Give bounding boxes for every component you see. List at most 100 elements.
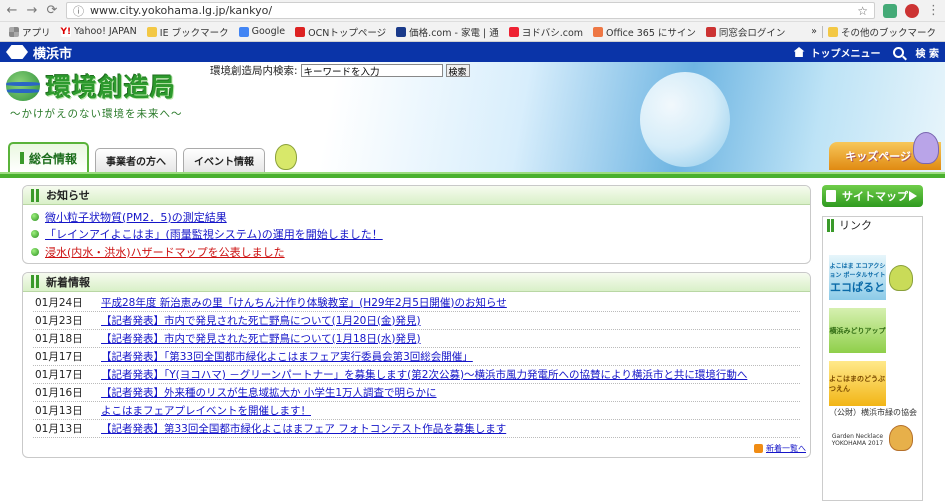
mascot-character <box>889 265 913 291</box>
site-search: 環境創造局内検索: 検索 <box>210 63 470 78</box>
bookmark-kakaku[interactable]: 価格.com - 家電 | 通 <box>391 24 504 40</box>
kids-page-button[interactable]: キッズページ <box>829 132 941 170</box>
bookmark-ocn[interactable]: OCNトップページ <box>290 24 391 40</box>
page-header: 環境創造局 ～かけがえのない環境を未来へ～ 環境創造局内検索: 検索 総合情報 … <box>0 62 945 172</box>
table-row: 01月18日 【記者発表】市内で発見された死亡野鳥について(1月18日(水)発見) <box>33 330 800 348</box>
news-date: 01月18日 <box>35 332 83 345</box>
extension-icon-2[interactable] <box>905 3 919 18</box>
header-divider <box>0 172 945 178</box>
news-link[interactable]: 平成28年度 新治恵みの里「けんちん汁作り体験教室」(H29年2月5日開催)のお… <box>101 295 507 310</box>
news-link[interactable]: 【記者発表】「第33回全国都市緑化よこはまフェア実行委員会第3回総会開催」 <box>101 349 473 364</box>
news-link[interactable]: よこはまフェアプレイベントを開催します！ <box>101 403 311 418</box>
bureau-logo[interactable]: 環境創造局 <box>6 68 176 104</box>
table-row: 01月23日 【記者発表】市内で発見された死亡野鳥について(1月20日(金)発見) <box>33 312 800 330</box>
yokohama-emblem-icon <box>6 45 28 59</box>
water-drop-graphic <box>640 72 730 167</box>
notice-link[interactable]: 浸水(内水・洪水)ハザードマップを公表しました <box>45 244 285 260</box>
notice-link[interactable]: 「レインアイよこはま」(雨量監視システム)の運用を開始しました！ <box>45 226 383 242</box>
links-title: リンク <box>823 217 922 233</box>
bookmark-google[interactable]: Google <box>234 24 291 40</box>
news-date: 01月17日 <box>35 368 83 381</box>
news-date: 01月16日 <box>35 386 83 399</box>
extension-icon[interactable] <box>883 3 897 18</box>
bullet-icon <box>31 230 39 239</box>
news-link[interactable]: 【記者発表】「Y(ヨコハマ) －グリーンパートナー」を募集します(第2次公募)～… <box>101 367 747 382</box>
bookmark-yahoo[interactable]: Y! Yahoo! JAPAN <box>56 24 142 40</box>
ocn-icon <box>295 26 306 37</box>
info-icon[interactable]: ⓘ <box>73 3 84 19</box>
kakaku-icon <box>396 26 407 37</box>
tab-business[interactable]: 事業者の方へ <box>95 148 178 172</box>
browser-toolbar: ← → ⟳ ⓘ www.city.yokohama.lg.jp/kankyo/ … <box>0 0 945 22</box>
folder-icon <box>146 26 157 37</box>
list-item: 浸水(内水・洪水)ハザードマップを公表しました <box>31 243 802 261</box>
tab-events[interactable]: イベント情報 <box>183 148 266 172</box>
news-title: 新着情報 <box>23 272 810 292</box>
zoo-banner[interactable]: よこはまのどうぶつえん <box>829 361 886 406</box>
back-icon[interactable]: ← <box>6 3 18 18</box>
google-icon <box>238 26 249 37</box>
menu-icon[interactable]: ⋮ <box>927 3 940 18</box>
search-link[interactable]: 検 索 <box>916 45 939 60</box>
news-date: 01月24日 <box>35 296 83 309</box>
bureau-emblem-icon <box>6 71 40 101</box>
table-row: 01月16日 【記者発表】外来種のリスが生息域拡大か 小学生1万人調査で明らかに <box>33 384 800 402</box>
bookmark-apps[interactable]: アプリ <box>4 24 56 40</box>
bookmark-office365[interactable]: Office 365 にサイン <box>588 24 701 40</box>
tab-general[interactable]: 総合情報 <box>8 142 90 172</box>
search-input[interactable] <box>300 64 443 77</box>
notice-link[interactable]: 微小粒子状物質(PM2．5)の測定結果 <box>45 209 227 225</box>
address-bar[interactable]: ⓘ www.city.yokohama.lg.jp/kankyo/ ☆ <box>66 2 875 19</box>
news-list-link[interactable]: 新着一覧へ <box>766 443 806 454</box>
news-link[interactable]: 【記者発表】市内で発見された死亡野鳥について(1月20日(金)発見) <box>101 313 421 328</box>
eco-portal-banner[interactable]: よこはま エコアクション ポータルサイト エコぱると <box>829 255 886 300</box>
search-button[interactable]: 検索 <box>445 64 470 78</box>
search-icon[interactable] <box>892 46 904 58</box>
sidebar: サイトマップ リンク よこはま エコアクション ポータルサイト エコぱると 横浜… <box>822 185 923 501</box>
bookmarks-overflow[interactable]: » <box>806 24 822 40</box>
mascot-character <box>275 144 298 170</box>
news-date: 01月17日 <box>35 350 83 363</box>
news-link[interactable]: 【記者発表】第33回全国都市緑化よこはまフェア フォトコンテスト作品を募集します <box>101 421 506 436</box>
news-date: 01月13日 <box>35 404 83 417</box>
search-label: 環境創造局内検索: <box>210 65 298 77</box>
home-icon[interactable] <box>793 47 805 57</box>
news-date: 01月13日 <box>35 422 83 435</box>
tab-marker <box>20 152 24 164</box>
folder-icon <box>827 26 838 37</box>
main-tabs: 総合情報 事業者の方へ イベント情報 <box>8 142 298 172</box>
url-text[interactable]: www.city.yokohama.lg.jp/kankyo/ <box>90 4 272 17</box>
arrow-icon <box>754 443 763 453</box>
bookmark-yodobashi[interactable]: ヨドバシ.com <box>504 24 588 40</box>
list-item: 「レインアイよこはま」(雨量監視システム)の運用を開始しました！ <box>31 226 802 244</box>
reload-icon[interactable]: ⟳ <box>46 3 58 18</box>
garden-necklace-banner[interactable]: Garden Necklace YOKOHAMA 2017 <box>829 417 886 462</box>
table-row: 01月17日 【記者発表】「Y(ヨコハマ) －グリーンパートナー」を募集します(第… <box>33 366 800 384</box>
hippo-mascot-icon <box>913 132 939 164</box>
table-row: 01月17日 【記者発表】「第33回全国都市緑化よこはまフェア実行委員会第3回総会… <box>33 348 800 366</box>
table-row: 01月24日 平成28年度 新治恵みの里「けんちん汁作り体験教室」(H29年2月5… <box>33 294 800 312</box>
list-item: 微小粒子状物質(PM2．5)の測定結果 <box>31 208 802 226</box>
tagline: ～かけがえのない環境を未来へ～ <box>10 108 183 120</box>
top-menu-link[interactable]: トップメニュー <box>811 45 881 60</box>
midori-up-banner[interactable]: 横浜みどりアップ <box>829 308 886 353</box>
main-content: お知らせ 微小粒子状物質(PM2．5)の測定結果 「レインアイよこはま」(雨量監… <box>22 185 811 466</box>
links-box: リンク よこはま エコアクション ポータルサイト エコぱると 横浜みどりアップ … <box>822 216 923 501</box>
site-topbar: 横浜市 トップメニュー 検 索 <box>0 42 945 62</box>
notices-list: 微小粒子状物質(PM2．5)の測定結果 「レインアイよこはま」(雨量監視システム… <box>23 205 810 263</box>
news-link[interactable]: 【記者発表】市内で発見された死亡野鳥について(1月18日(水)発見) <box>101 331 421 346</box>
news-panel: 新着情報 01月24日 平成28年度 新治恵みの里「けんちん汁作り体験教室」(H2… <box>22 271 811 458</box>
bookmark-ie[interactable]: IE ブックマーク <box>142 24 234 40</box>
alumni-icon <box>705 26 716 37</box>
news-link[interactable]: 【記者発表】外来種のリスが生息域拡大か 小学生1万人調査で明らかに <box>101 385 437 400</box>
bureau-title: 環境創造局 <box>46 73 177 102</box>
notices-panel: お知らせ 微小粒子状物質(PM2．5)の測定結果 「レインアイよこはま」(雨量監… <box>22 185 811 264</box>
bookmark-other[interactable]: その他のブックマーク <box>823 24 941 40</box>
sitemap-button[interactable]: サイトマップ <box>822 185 923 207</box>
table-row: 01月13日 【記者発表】第33回全国都市緑化よこはまフェア フォトコンテスト作品… <box>33 420 800 438</box>
city-logo[interactable]: 横浜市 <box>6 43 72 62</box>
forward-icon[interactable]: → <box>26 3 38 18</box>
bookmark-alumni[interactable]: 同窓会ログイン <box>701 24 791 40</box>
news-list: 01月24日 平成28年度 新治恵みの里「けんちん汁作り体験教室」(H29年2月5… <box>23 292 810 438</box>
bookmark-star-icon[interactable]: ☆ <box>857 4 868 18</box>
